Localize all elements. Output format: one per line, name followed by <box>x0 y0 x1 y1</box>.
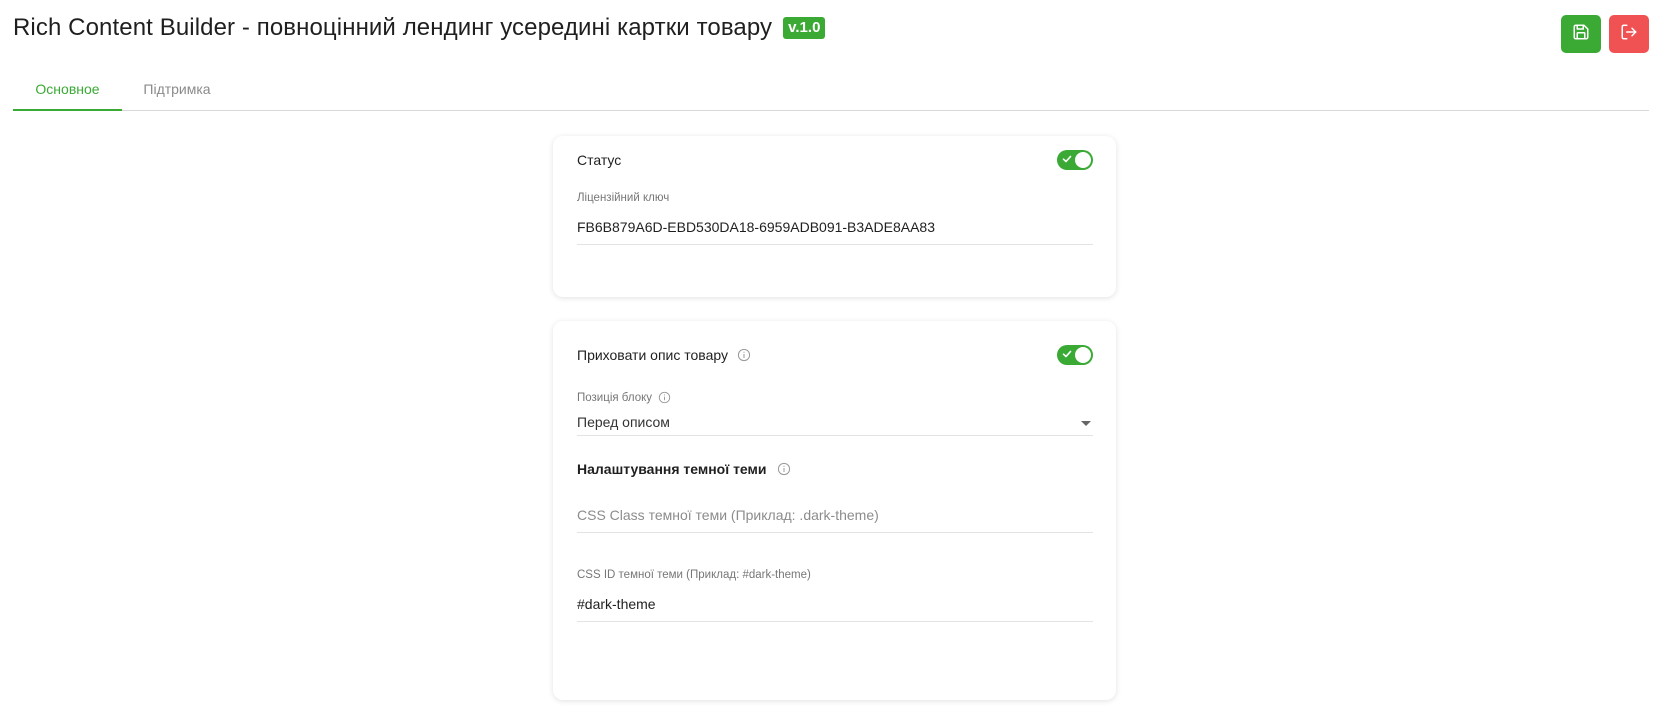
page-title: Rich Content Builder - повноцінний ленди… <box>13 14 773 41</box>
dark-theme-title: Налаштування темної теми <box>577 461 791 477</box>
save-button[interactable] <box>1561 15 1601 53</box>
header: Rich Content Builder - повноцінний ленди… <box>13 14 826 42</box>
tab-bar: Основное Підтримка <box>13 78 1649 111</box>
chevron-down-icon <box>1081 421 1091 426</box>
tab-main[interactable]: Основное <box>13 78 122 111</box>
hide-description-label: Приховати опис товару <box>577 347 751 363</box>
logout-icon <box>1620 23 1638 46</box>
info-icon[interactable] <box>737 348 751 362</box>
general-settings-card: Статус Ліцензійний ключ FB6B879A6D-EBD53… <box>553 136 1116 297</box>
tab-support[interactable]: Підтримка <box>122 78 232 111</box>
block-position-label: Позиція блоку <box>577 391 671 404</box>
save-icon <box>1572 23 1590 46</box>
info-icon[interactable] <box>658 391 671 404</box>
toggle-knob <box>1075 347 1091 363</box>
info-icon[interactable] <box>777 462 791 476</box>
status-label: Статус <box>577 152 622 168</box>
status-toggle[interactable] <box>1057 150 1093 170</box>
block-position-select[interactable]: Перед описом <box>577 414 1093 436</box>
check-icon <box>1062 350 1072 358</box>
css-class-field[interactable]: CSS Class темної теми (Приклад: .dark-th… <box>577 507 1093 533</box>
css-id-label: CSS ID темної теми (Приклад: #dark-theme… <box>577 569 811 581</box>
display-settings-card: Приховати опис товару Позиція блоку Пере… <box>553 321 1116 700</box>
version-badge: v.1.0 <box>783 17 826 39</box>
exit-button[interactable] <box>1609 15 1649 53</box>
block-position-value: Перед описом <box>577 414 670 430</box>
license-key-field[interactable]: FB6B879A6D-EBD530DA18-6959ADB091-B3ADE8A… <box>577 219 1093 245</box>
toggle-knob <box>1075 152 1091 168</box>
hide-description-toggle[interactable] <box>1057 345 1093 365</box>
css-id-field[interactable]: #dark-theme <box>577 596 1093 622</box>
check-icon <box>1062 155 1072 163</box>
license-key-label: Ліцензійний ключ <box>577 192 670 204</box>
